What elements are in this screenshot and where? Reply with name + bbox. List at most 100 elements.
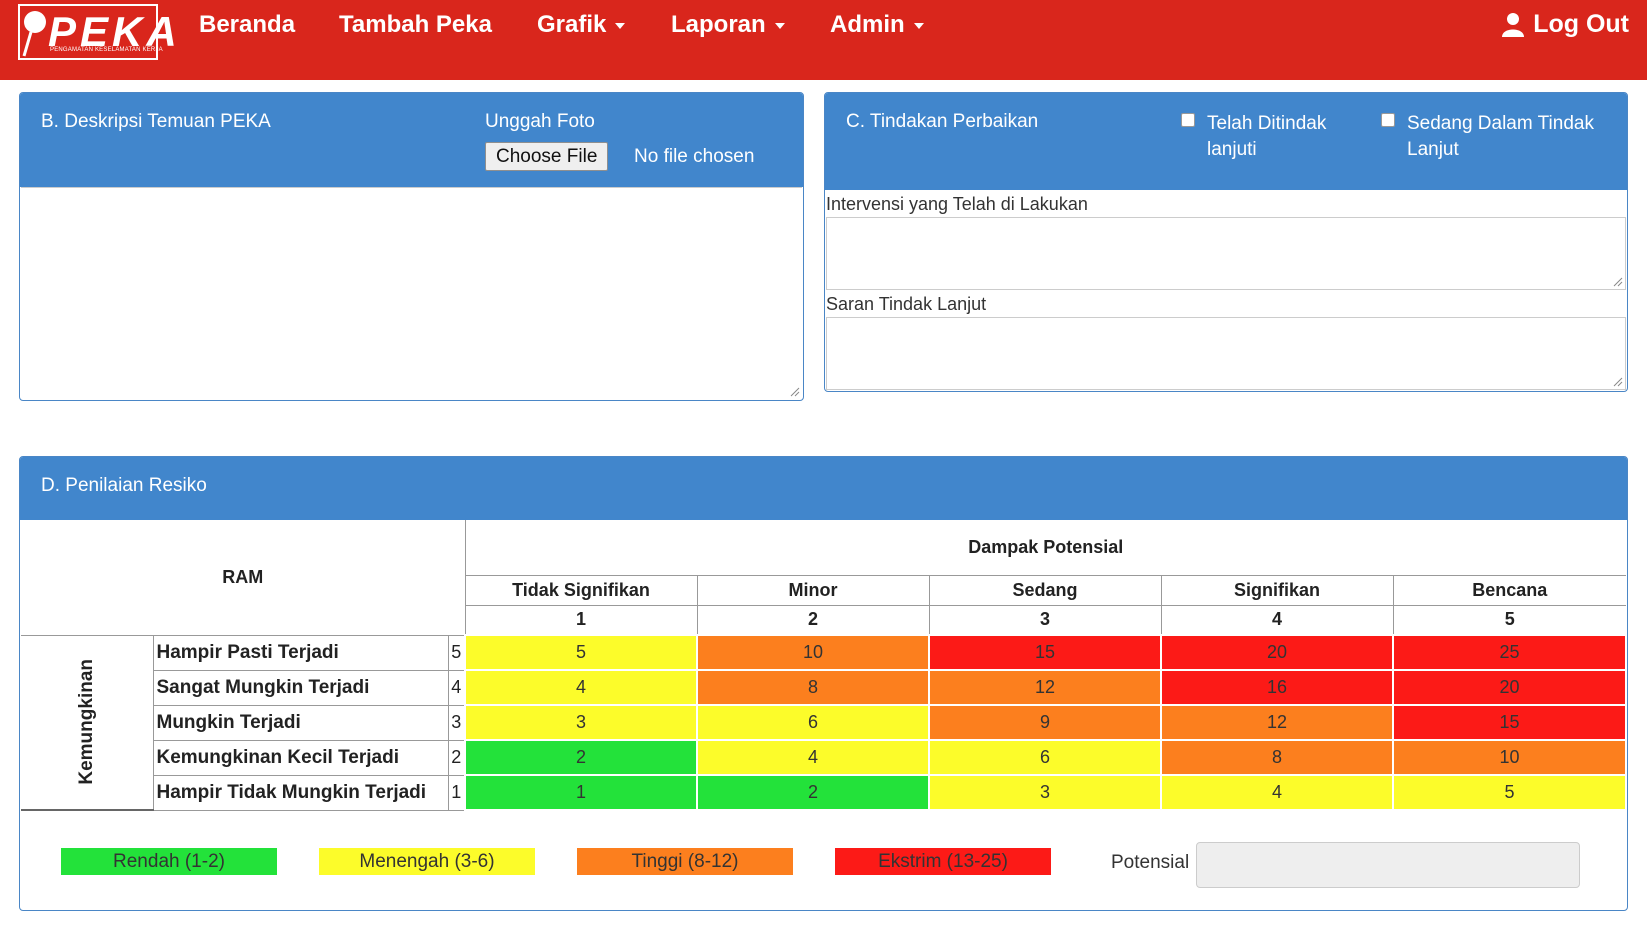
risk-score-cell: 16 — [1160, 669, 1394, 706]
likelihood-row-label: Sangat Mungkin Terjadi — [152, 669, 449, 706]
navbar: PEKA PENGAMATAN KESELAMATAN KERJA Berand… — [0, 0, 1647, 80]
checkbox-sedang-tindak-lanjut[interactable] — [1381, 113, 1395, 127]
resize-grip-icon[interactable] — [790, 387, 800, 397]
resize-grip-icon[interactable] — [1613, 277, 1623, 287]
risk-score-cell: 4 — [1160, 774, 1394, 811]
risk-score-cell: 15 — [928, 634, 1162, 671]
risk-score-cell: 12 — [928, 669, 1162, 706]
risk-score-cell: 10 — [1392, 739, 1627, 776]
nav-tambah-peka[interactable]: Tambah Peka — [339, 11, 492, 39]
impact-col-num: 4 — [1160, 604, 1394, 636]
risk-row: Sangat Mungkin Terjadi 4 4 8 12 16 20 — [21, 669, 1627, 706]
risk-score-cell: 9 — [928, 704, 1162, 741]
resize-grip-icon[interactable] — [1613, 377, 1623, 387]
checkbox-telah-label: Telah Ditindak lanjuti — [1207, 111, 1326, 163]
panel-tindakan-perbaikan: C. Tindakan Perbaikan Telah Ditindak lanj… — [824, 92, 1628, 392]
impact-col-num: 1 — [464, 604, 698, 636]
likelihood-row-num: 3 — [447, 704, 466, 741]
panel-penilaian-title: D. Penilaian Resiko — [41, 475, 207, 496]
risk-matrix-table: RAM Dampak Potensial Tidak Signifikan Min… — [21, 520, 1627, 811]
legend-orange: Tinggi (8-12) — [577, 848, 793, 875]
likelihood-row-label: Hampir Tidak Mungkin Terjadi — [152, 774, 449, 811]
impact-col-label: Signifikan — [1160, 574, 1394, 606]
choose-file-button[interactable]: Choose File — [485, 142, 609, 171]
risk-score-cell: 3 — [928, 774, 1162, 811]
checkbox-telah-label-line1: Telah Ditindak — [1207, 113, 1327, 134]
risk-score-cell: 6 — [696, 704, 930, 741]
likelihood-row-num: 4 — [447, 669, 466, 706]
risk-score-cell: 1 — [464, 774, 698, 811]
impact-header: Dampak Potensial — [464, 520, 1626, 576]
impact-col-num: 3 — [928, 604, 1162, 636]
risk-score-cell: 10 — [696, 634, 930, 671]
impact-col-label: Tidak Signifikan — [464, 574, 698, 606]
checkbox-telah-label-line2: lanjuti — [1207, 139, 1257, 160]
checkbox-sedang-label-line2: Lanjut — [1407, 139, 1459, 160]
caret-down-icon — [913, 22, 924, 29]
caret-down-icon — [615, 22, 626, 29]
saran-textarea[interactable] — [826, 317, 1626, 390]
likelihood-row-num: 1 — [447, 774, 466, 811]
risk-row: Mungkin Terjadi 3 3 6 9 12 15 — [21, 704, 1627, 741]
panel-deskripsi-title: B. Deskripsi Temuan PEKA — [41, 111, 271, 132]
risk-score-cell: 2 — [696, 774, 930, 811]
likelihood-header-text: Kemungkinan — [75, 659, 97, 786]
checkbox-sedang-label: Sedang Dalam Tindak Lanjut — [1407, 111, 1594, 163]
likelihood-row-label: Kemungkinan Kecil Terjadi — [152, 739, 449, 776]
risk-score-cell: 2 — [464, 739, 698, 776]
risk-score-cell: 4 — [464, 669, 698, 706]
risk-score-cell: 5 — [464, 634, 698, 671]
risk-row: Hampir Tidak Mungkin Terjadi 1 1 2 3 4 5 — [21, 774, 1627, 811]
impact-col-label: Minor — [696, 574, 930, 606]
risk-row: Kemungkinan Hampir Pasti Terjadi 5 5 10 15 20 2… — [21, 634, 1627, 811]
risk-score-cell: 20 — [1392, 669, 1627, 706]
nav-grafik-label: Grafik — [537, 11, 607, 38]
likelihood-header: Kemungkinan — [21, 634, 154, 811]
file-status-text: No file chosen — [634, 146, 755, 167]
nav-grafik[interactable]: Grafik — [537, 11, 626, 39]
risk-score-cell: 6 — [928, 739, 1162, 776]
likelihood-row-num: 2 — [447, 739, 466, 776]
risk-score-cell: 3 — [464, 704, 698, 741]
intervensi-label: Intervensi yang Telah di Lakukan — [826, 194, 1088, 214]
risk-score-cell: 12 — [1160, 704, 1394, 741]
saran-label: Saran Tindak Lanjut — [826, 294, 987, 314]
nav-laporan-label: Laporan — [671, 11, 766, 38]
panel-tindakan-header: C. Tindakan Perbaikan Telah Ditindak lanj… — [825, 93, 1627, 190]
deskripsi-textarea[interactable] — [21, 187, 802, 399]
panel-tindakan-title: C. Tindakan Perbaikan — [846, 111, 1039, 132]
intervensi-textarea[interactable] — [826, 217, 1626, 290]
risk-score-cell: 4 — [696, 739, 930, 776]
checkbox-telah-ditindaklanjuti[interactable] — [1181, 113, 1195, 127]
nav-admin[interactable]: Admin — [830, 11, 924, 39]
impact-col-num: 5 — [1392, 604, 1626, 636]
likelihood-row-num: 5 — [447, 634, 466, 671]
panel-penilaian-header: D. Penilaian Resiko — [20, 457, 1627, 520]
logout-label: Log Out — [1533, 10, 1629, 38]
risk-row: Kemungkinan Kecil Terjadi 2 2 4 6 8 10 — [21, 739, 1627, 776]
user-icon — [1502, 12, 1525, 37]
logout-button[interactable]: Log Out — [1501, 10, 1629, 39]
likelihood-row-label: Mungkin Terjadi — [152, 704, 449, 741]
risk-score-cell: 8 — [696, 669, 930, 706]
risk-score-cell: 5 — [1392, 774, 1627, 811]
likelihood-row-label: Hampir Pasti Terjadi — [152, 634, 449, 671]
nav-laporan[interactable]: Laporan — [671, 11, 785, 39]
panel-deskripsi-header: B. Deskripsi Temuan PEKA Unggah Foto Cho… — [20, 93, 803, 187]
impact-col-num: 2 — [696, 604, 930, 636]
panel-deskripsi-temuan: B. Deskripsi Temuan PEKA Unggah Foto Cho… — [19, 92, 804, 401]
risk-score-cell: 15 — [1392, 704, 1627, 741]
caret-down-icon — [774, 22, 785, 29]
nav-beranda[interactable]: Beranda — [199, 11, 295, 39]
nav-tambah-peka-label: Tambah Peka — [339, 11, 492, 38]
nav-beranda-label: Beranda — [199, 11, 296, 38]
impact-col-label: Sedang — [928, 574, 1162, 606]
upload-photo-label: Unggah Foto — [485, 111, 595, 132]
potensial-input[interactable] — [1196, 842, 1580, 888]
magnifier-logo-icon — [22, 11, 46, 57]
nav-admin-label: Admin — [830, 11, 905, 38]
peka-logo[interactable]: PEKA PENGAMATAN KESELAMATAN KERJA — [18, 4, 177, 60]
risk-score-cell: 25 — [1392, 634, 1627, 671]
logo-subtitle: PENGAMATAN KESELAMATAN KERJA — [50, 47, 163, 53]
impact-col-label: Bencana — [1392, 574, 1626, 606]
